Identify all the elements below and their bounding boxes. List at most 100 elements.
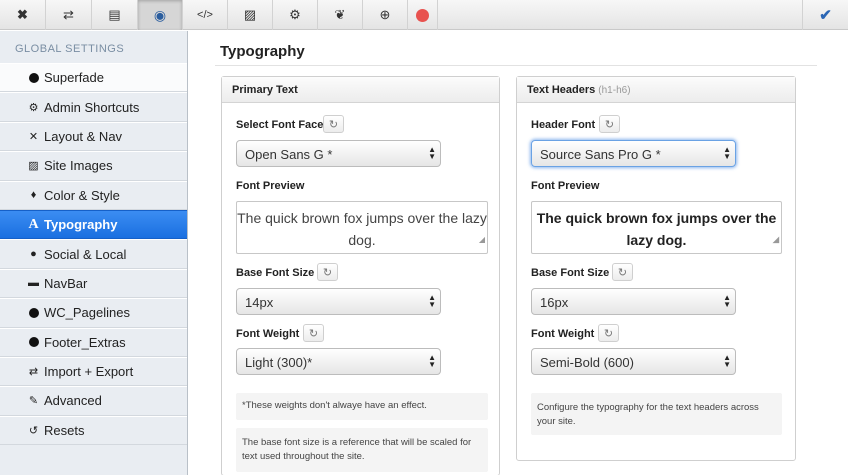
sidebar-item-label: Color & Style xyxy=(44,187,120,203)
navbar-icon: ▬ xyxy=(28,277,39,290)
panel-heading: Text Headers (h1-h6) xyxy=(517,77,795,103)
title-divider xyxy=(215,65,817,66)
sidebar-item-admin-shortcuts[interactable]: ⚙ Admin Shortcuts xyxy=(0,92,187,122)
sidebar-item-label: Footer_Extras xyxy=(44,334,126,350)
base-font-size-label: Base Font Size xyxy=(236,267,315,279)
panel-heading-label: Primary Text xyxy=(232,84,298,96)
base-font-size-label: Base Font Size xyxy=(531,267,610,279)
sidebar-item-superfade[interactable]: Superfade xyxy=(0,63,187,93)
image-icon: ▨ xyxy=(243,7,257,22)
sidebar-item-label: Advanced xyxy=(44,393,102,409)
sidebar-item-advanced[interactable]: ✎ Advanced xyxy=(0,386,187,416)
sidebar-item-label: NavBar xyxy=(44,275,88,291)
font-weight-label: Font Weight xyxy=(236,328,300,340)
pages-button[interactable]: ▤ xyxy=(92,0,138,30)
base-font-size-select[interactable]: 14px ▲ ▼ xyxy=(236,288,441,315)
sidebar-item-label: Social & Local xyxy=(44,246,127,262)
header-weight-select[interactable]: Semi-Bold (600) ▲ ▼ xyxy=(531,348,736,375)
sidebar-item-navbar[interactable]: ▬ NavBar xyxy=(0,268,187,299)
font-weight-select[interactable]: Light (300)* ▲ ▼ xyxy=(236,348,441,375)
select-arrows-icon: ▲ ▼ xyxy=(428,353,436,369)
resize-grip-icon[interactable]: ◢ xyxy=(773,229,779,251)
sidebar-item-resets[interactable]: ↺ Resets xyxy=(0,415,187,446)
font-preview-text: The quick brown fox jumps over the lazy … xyxy=(237,210,487,248)
settings-button[interactable]: ⚙ xyxy=(273,0,318,30)
base-font-size-value: 14px xyxy=(245,295,274,310)
header-font-select[interactable]: Source Sans Pro G * ▲ ▼ xyxy=(531,140,736,167)
font-icon: A xyxy=(28,216,39,232)
crosshair-button[interactable]: ⊕ xyxy=(363,0,408,30)
font-face-select[interactable]: Open Sans G * ▲ ▼ xyxy=(236,140,441,167)
font-preview-label: Font Preview xyxy=(531,180,600,192)
refresh-icon: ↻ xyxy=(322,266,333,279)
globe-icon: ◉ xyxy=(153,6,167,23)
header-weight-reset-button[interactable]: ↻ xyxy=(598,324,619,342)
main-content: Typography Primary Text Select Font Face… xyxy=(189,31,848,475)
sidebar-item-footer-extras[interactable]: Footer_Extras xyxy=(0,327,187,357)
close-button[interactable]: ✖ xyxy=(0,0,46,30)
sidebar-item-import-export[interactable]: ⇄ Import + Export xyxy=(0,356,187,387)
sidebar-item-label: Import + Export xyxy=(44,364,134,380)
dot-icon xyxy=(27,336,40,349)
sidebar-item-label: Resets xyxy=(44,422,85,438)
sidebar-item-social-local[interactable]: ● Social & Local xyxy=(0,239,187,269)
sidebar-item-label: Superfade xyxy=(44,70,104,86)
leaf-button[interactable]: ❦ xyxy=(318,0,363,30)
record-icon xyxy=(416,8,429,22)
font-preview-box[interactable]: The quick brown fox jumps over the lazy … xyxy=(236,201,488,254)
header-size-value: 16px xyxy=(540,295,569,310)
sidebar-item-site-images[interactable]: ▨ Site Images xyxy=(0,151,187,181)
code-button[interactable]: </> xyxy=(183,0,228,30)
gear-icon: ⚙ xyxy=(28,101,39,114)
leaf-icon: ❦ xyxy=(334,7,346,22)
sidebar-item-label: WC_Pagelines xyxy=(44,305,130,321)
panel-heading-sub: (h1-h6) xyxy=(598,85,631,96)
header-font-value: Source Sans Pro G * xyxy=(540,147,661,162)
refresh-icon: ↻ xyxy=(328,118,339,131)
sidebar-item-label: Layout & Nav xyxy=(44,128,123,144)
global-settings-button[interactable]: ◉ xyxy=(138,0,183,30)
font-preview-text: The quick brown fox jumps over the lazy … xyxy=(536,210,777,248)
font-weight-label: Font Weight xyxy=(531,328,595,340)
record-button[interactable] xyxy=(408,0,438,30)
header-size-select[interactable]: 16px ▲ ▼ xyxy=(531,288,736,315)
select-arrows-icon: ▲ ▼ xyxy=(723,293,731,309)
refresh-icon: ↻ xyxy=(604,118,615,131)
undo-icon: ↺ xyxy=(28,424,39,437)
text-headers-panel: Text Headers (h1-h6) Header Font ↻ Source… xyxy=(516,76,796,461)
sidebar: GLOBAL SETTINGS Superfade ⚙ Admin Shortc… xyxy=(0,31,188,475)
header-weight-value: Semi-Bold (600) xyxy=(540,355,634,370)
select-arrows-icon: ▲ ▼ xyxy=(428,293,436,309)
sidebar-item-wc-pagelines[interactable]: WC_Pagelines xyxy=(0,298,187,328)
checkmark-icon: ✔ xyxy=(819,7,832,24)
header-font-preview-box[interactable]: The quick brown fox jumps over the lazy … xyxy=(531,201,782,254)
crosshair-icon: ⊕ xyxy=(379,7,391,22)
base-font-size-reset-button[interactable]: ↻ xyxy=(317,263,338,281)
gears-icon: ⚙ xyxy=(289,7,301,22)
share-icon: ● xyxy=(30,248,37,261)
panel-heading: Primary Text xyxy=(222,77,499,103)
sidebar-item-typography[interactable]: A Typography xyxy=(0,209,187,240)
resize-grip-icon[interactable]: ◢ xyxy=(479,229,485,251)
confirm-button[interactable]: ✔ xyxy=(802,0,848,30)
font-weight-reset-button[interactable]: ↻ xyxy=(303,324,324,342)
refresh-icon: ↻ xyxy=(308,327,319,340)
header-size-reset-button[interactable]: ↻ xyxy=(612,263,633,281)
sidebar-heading: GLOBAL SETTINGS xyxy=(15,43,125,55)
header-font-label: Header Font xyxy=(531,119,596,131)
shuffle-button[interactable]: ⇄ xyxy=(46,0,92,30)
select-arrows-icon: ▲ ▼ xyxy=(428,145,436,161)
sidebar-item-layout-nav[interactable]: ✕ Layout & Nav xyxy=(0,121,187,152)
font-face-reset-button[interactable]: ↻ xyxy=(323,115,344,133)
top-toolbar: ✖ ⇄ ▤ ◉ </> ▨ ⚙ ❦ ⊕ ✔ xyxy=(0,0,848,30)
sidebar-item-color-style[interactable]: ♦ Color & Style xyxy=(0,180,187,210)
refresh-icon: ↻ xyxy=(617,266,628,279)
wrench-icon: ✎ xyxy=(28,395,39,408)
header-font-reset-button[interactable]: ↻ xyxy=(599,115,620,133)
images-button[interactable]: ▨ xyxy=(228,0,273,30)
headers-note: Configure the typography for the text he… xyxy=(531,393,782,435)
sidebar-item-label: Typography xyxy=(44,217,118,233)
select-arrows-icon: ▲ ▼ xyxy=(723,145,731,161)
code-icon: </> xyxy=(197,9,213,21)
refresh-icon: ↻ xyxy=(603,327,614,340)
